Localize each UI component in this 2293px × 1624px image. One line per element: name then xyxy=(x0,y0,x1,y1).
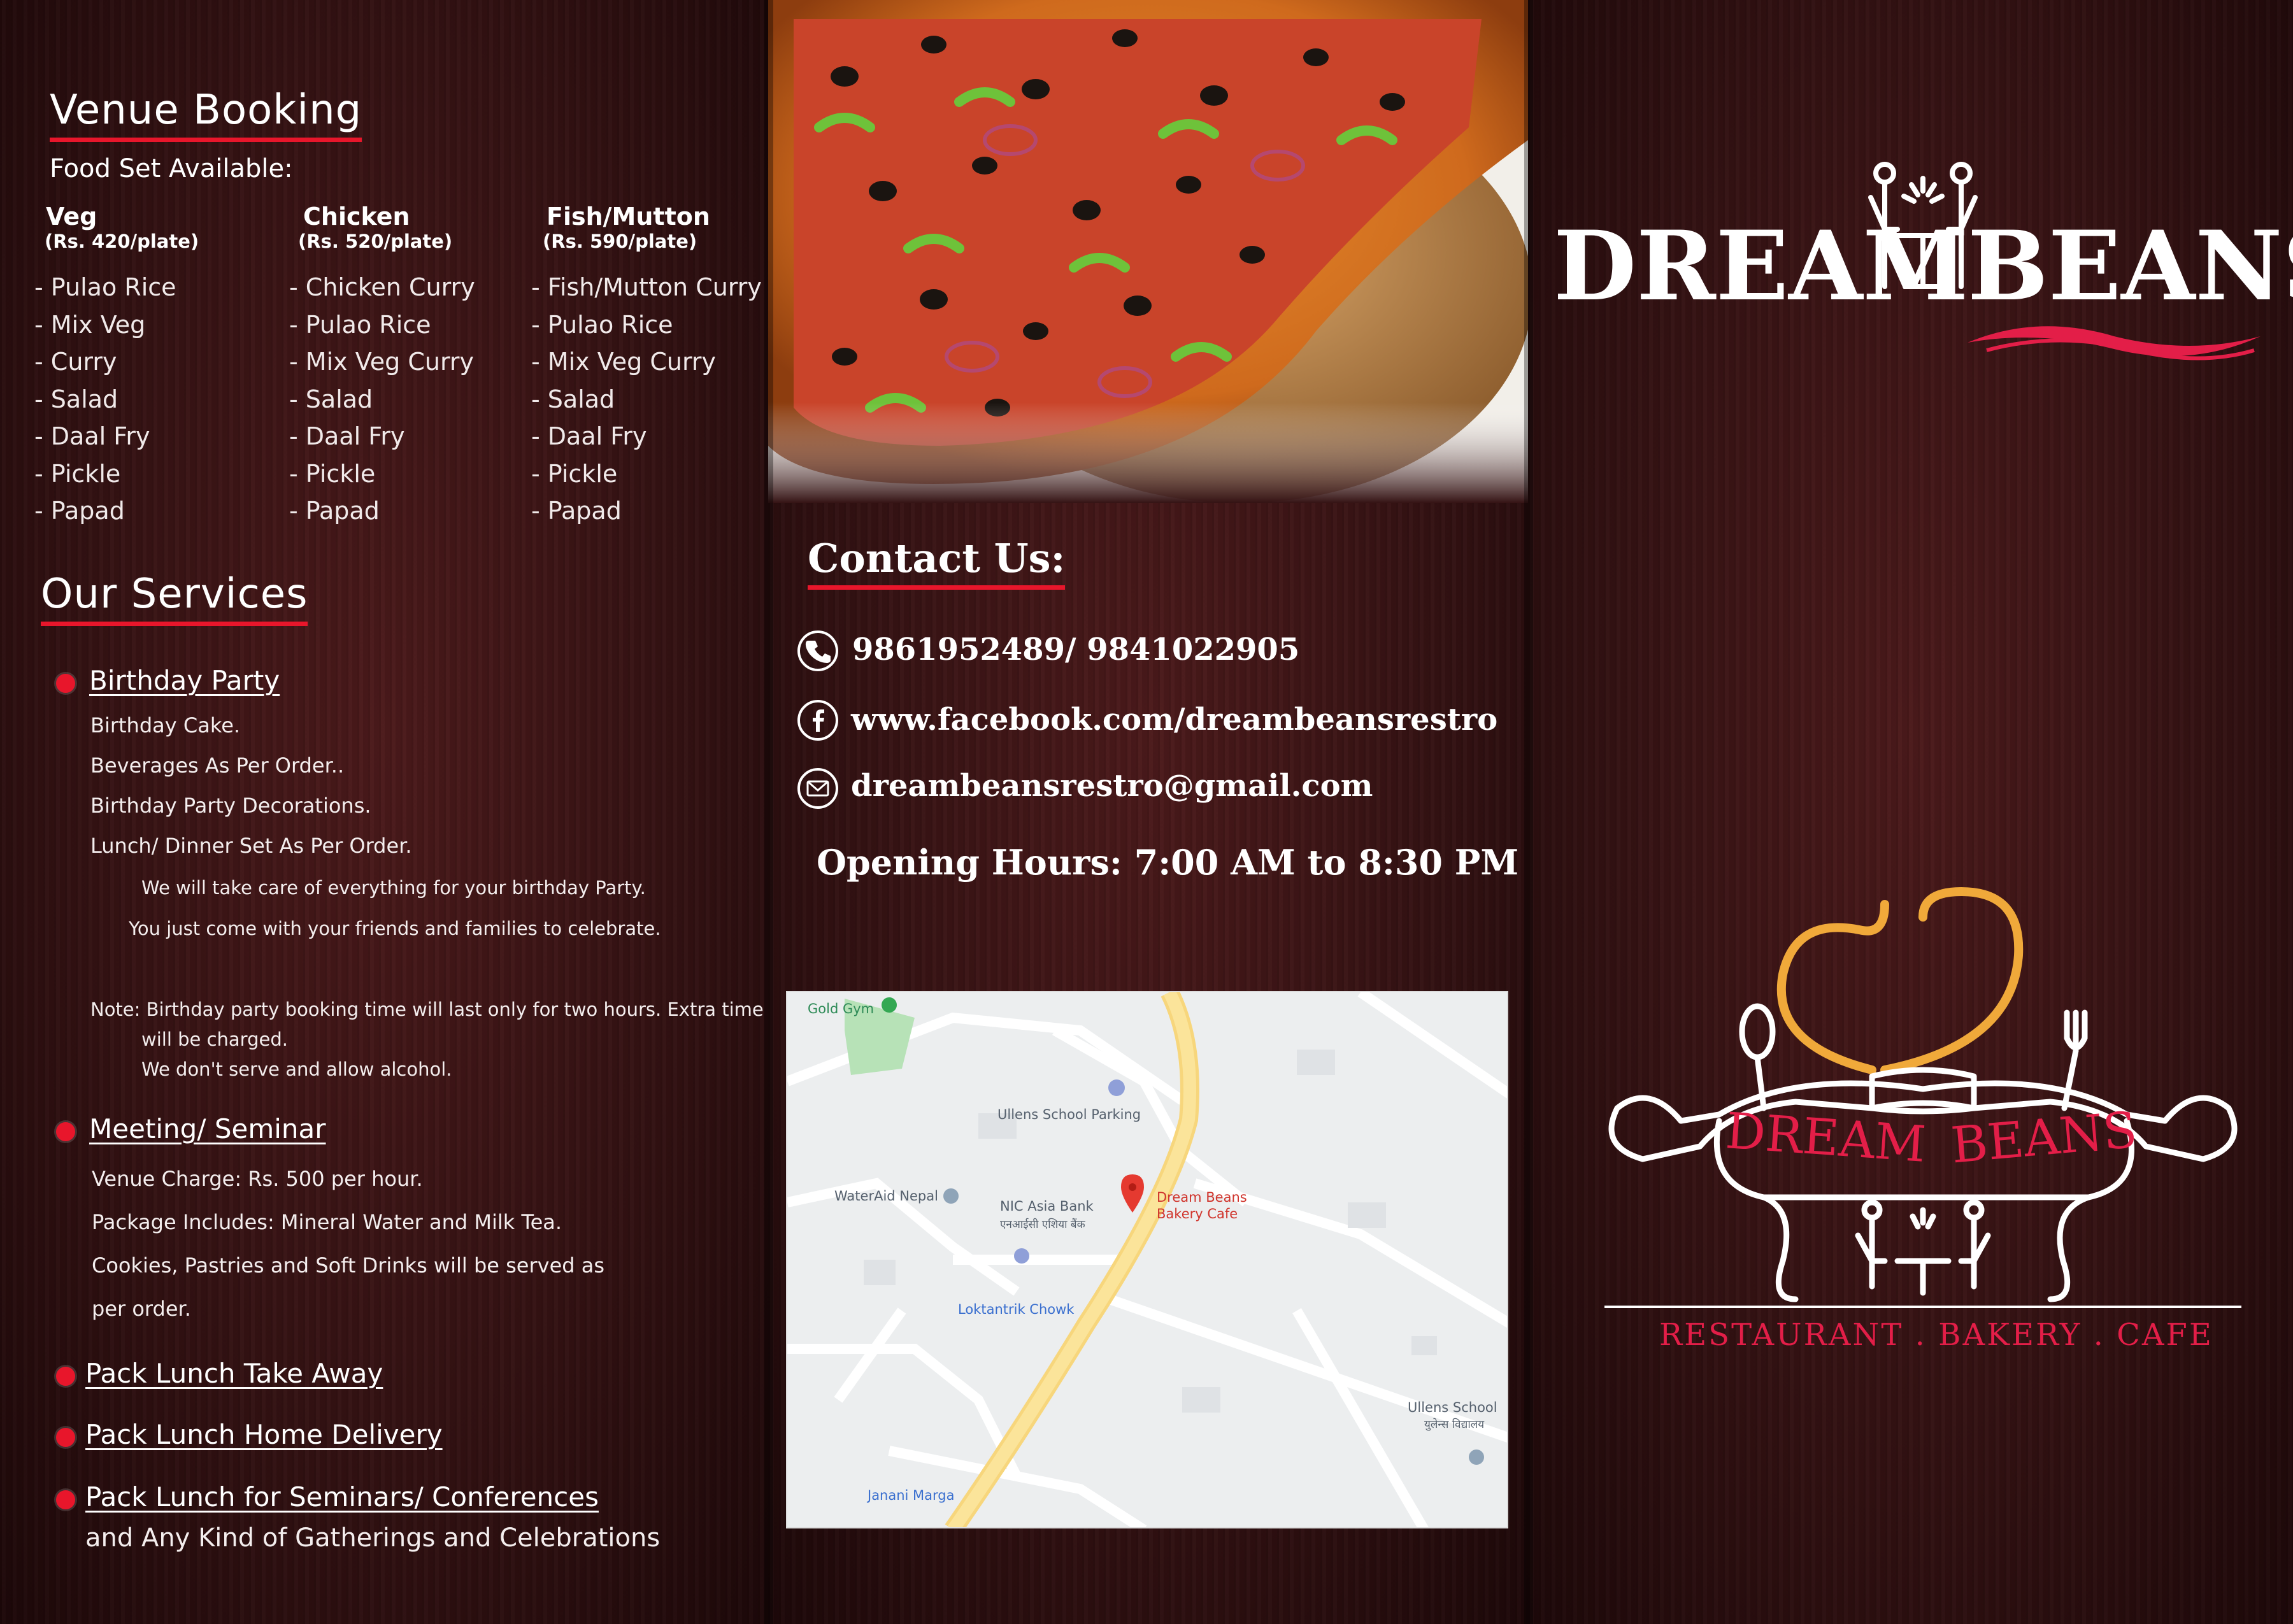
birthday-note: We don't serve and allow alcohol. xyxy=(141,1058,452,1080)
facebook-icon xyxy=(797,700,838,741)
logo-swoosh xyxy=(1968,326,2261,360)
list-item: - Papad xyxy=(531,497,622,525)
list-item: - Salad xyxy=(34,385,118,413)
list-item: - Salad xyxy=(289,385,373,413)
birthday-message: You just come with your friends and fami… xyxy=(129,918,661,939)
list-item: - Chicken Curry xyxy=(289,273,475,301)
takeaway-title: Pack Lunch Take Away xyxy=(85,1358,383,1389)
veg-set-title: Veg xyxy=(46,203,97,231)
list-item: - Daal Fry xyxy=(289,422,405,450)
list-item: - Curry xyxy=(34,348,117,376)
chicken-set-price: (Rs. 520/plate) xyxy=(298,231,453,252)
list-item: - Pulao Rice xyxy=(531,310,673,339)
list-item: - Daal Fry xyxy=(531,422,647,450)
pizza-photo xyxy=(768,0,1528,503)
list-item: - Mix Veg Curry xyxy=(289,348,475,376)
gatherings-line: and Any Kind of Gatherings and Celebrati… xyxy=(85,1523,661,1553)
phone-icon xyxy=(797,630,838,671)
list-item: - Pickle xyxy=(34,459,121,488)
our-services-heading: Our Services xyxy=(41,571,308,626)
map-label: Ullens School xyxy=(1408,1400,1497,1415)
restaurant-emblem xyxy=(1604,887,2241,1308)
middle-panel: Contact Us: 9861952489/ 9841022905 www.f… xyxy=(768,0,1528,1624)
veg-set-price: (Rs. 420/plate) xyxy=(45,231,199,252)
list-item: - Pickle xyxy=(289,459,376,488)
meeting-line: per order. xyxy=(92,1297,191,1321)
birthday-line: Beverages As Per Order.. xyxy=(90,753,345,778)
meeting-line: Venue Charge: Rs. 500 per hour. xyxy=(92,1167,423,1191)
map-label: Bakery Cafe xyxy=(1157,1206,1238,1222)
chicken-set-title: Chicken xyxy=(303,203,410,231)
veg-set-column: Veg (Rs. 420/plate) - Pulao Rice - Mix V… xyxy=(34,203,199,530)
seminar-lunch-title: Pack Lunch for Seminars/ Conferences xyxy=(85,1481,599,1513)
map-label: Janani Marga xyxy=(868,1488,955,1503)
list-item: - Salad xyxy=(531,385,615,413)
list-item: - Fish/Mutton Curry xyxy=(531,273,762,301)
facebook-link[interactable]: www.facebook.com/dreambeansrestro xyxy=(851,702,1497,737)
map-label: WaterAid Nepal xyxy=(834,1188,938,1204)
map-label: Gold Gym xyxy=(808,1001,875,1016)
email-icon xyxy=(797,768,838,809)
opening-hours: Opening Hours: 7:00 AM to 8:30 PM xyxy=(817,842,1519,883)
bullet-icon xyxy=(56,1428,75,1447)
list-item: - Pickle xyxy=(531,459,618,488)
birthday-note: will be charged. xyxy=(141,1029,288,1050)
list-item: - Pulao Rice xyxy=(34,273,176,301)
email-link[interactable]: dreambeansrestro@gmail.com xyxy=(851,768,1373,804)
list-item: - Papad xyxy=(289,497,380,525)
birthday-party-title: Birthday Party xyxy=(89,665,280,696)
map-label: NIC Asia Bank xyxy=(1000,1199,1094,1214)
list-item: - Mix Veg xyxy=(34,310,146,339)
panel-divider xyxy=(764,0,773,1624)
meeting-seminar-title: Meeting/ Seminar xyxy=(89,1113,326,1144)
list-item: - Pulao Rice xyxy=(289,310,431,339)
venue-booking-heading: Venue Booking xyxy=(50,87,362,142)
map-label: Dream Beans xyxy=(1157,1190,1247,1205)
bullet-icon xyxy=(56,1367,75,1386)
birthday-note: Note: Birthday party booking time will l… xyxy=(90,999,764,1020)
meeting-line: Cookies, Pastries and Soft Drinks will b… xyxy=(92,1253,605,1278)
contact-heading: Contact Us: xyxy=(808,535,1066,590)
logo-text-dream: DREAM xyxy=(1554,210,1969,322)
location-map[interactable]: Gold Gym Ullens School Parking WaterAid … xyxy=(786,991,1508,1528)
right-panel: DREAM BEANS DREAM BEANS RESTAURANT . BAK… xyxy=(1528,0,2293,1624)
tagline: RESTAURANT . BAKERY . CAFE xyxy=(1659,1317,2213,1353)
left-panel: Venue Booking Food Set Available: Veg (R… xyxy=(0,0,768,1624)
map-label: युलेन्स विद्यालय xyxy=(1424,1418,1485,1431)
home-delivery-title: Pack Lunch Home Delivery xyxy=(85,1419,443,1450)
fish-mutton-set-column: Fish/Mutton (Rs. 590/plate) - Fish/Mutto… xyxy=(531,203,762,530)
meeting-line: Package Includes: Mineral Water and Milk… xyxy=(92,1210,562,1234)
list-item: - Papad xyxy=(34,497,125,525)
bullet-icon xyxy=(56,1122,75,1141)
birthday-message: We will take care of everything for your… xyxy=(141,877,646,899)
bullet-icon xyxy=(56,1490,75,1509)
logo-text-beans: BEANS xyxy=(1968,210,2293,322)
bullet-icon xyxy=(56,674,75,693)
fish-mutton-set-price: (Rs. 590/plate) xyxy=(543,231,697,252)
map-roads xyxy=(787,992,1507,1527)
chicken-set-column: Chicken (Rs. 520/plate) - Chicken Curry … xyxy=(289,203,475,530)
list-item: - Mix Veg Curry xyxy=(531,348,717,376)
map-label: एनआईसी एशिया बैंक xyxy=(1000,1218,1085,1231)
food-set-subheading: Food Set Available: xyxy=(50,154,293,183)
birthday-line: Lunch/ Dinner Set As Per Order. xyxy=(90,834,412,858)
map-label: Loktantrik Chowk xyxy=(958,1302,1075,1317)
fish-mutton-set-title: Fish/Mutton xyxy=(546,203,710,231)
panel-divider xyxy=(1524,0,1533,1624)
phone-number[interactable]: 9861952489/ 9841022905 xyxy=(852,632,1299,667)
birthday-line: Birthday Cake. xyxy=(90,713,241,737)
list-item: - Daal Fry xyxy=(34,422,150,450)
birthday-line: Birthday Party Decorations. xyxy=(90,794,371,818)
location-pin-icon xyxy=(1121,1174,1144,1213)
map-label: Ullens School Parking xyxy=(997,1107,1141,1122)
